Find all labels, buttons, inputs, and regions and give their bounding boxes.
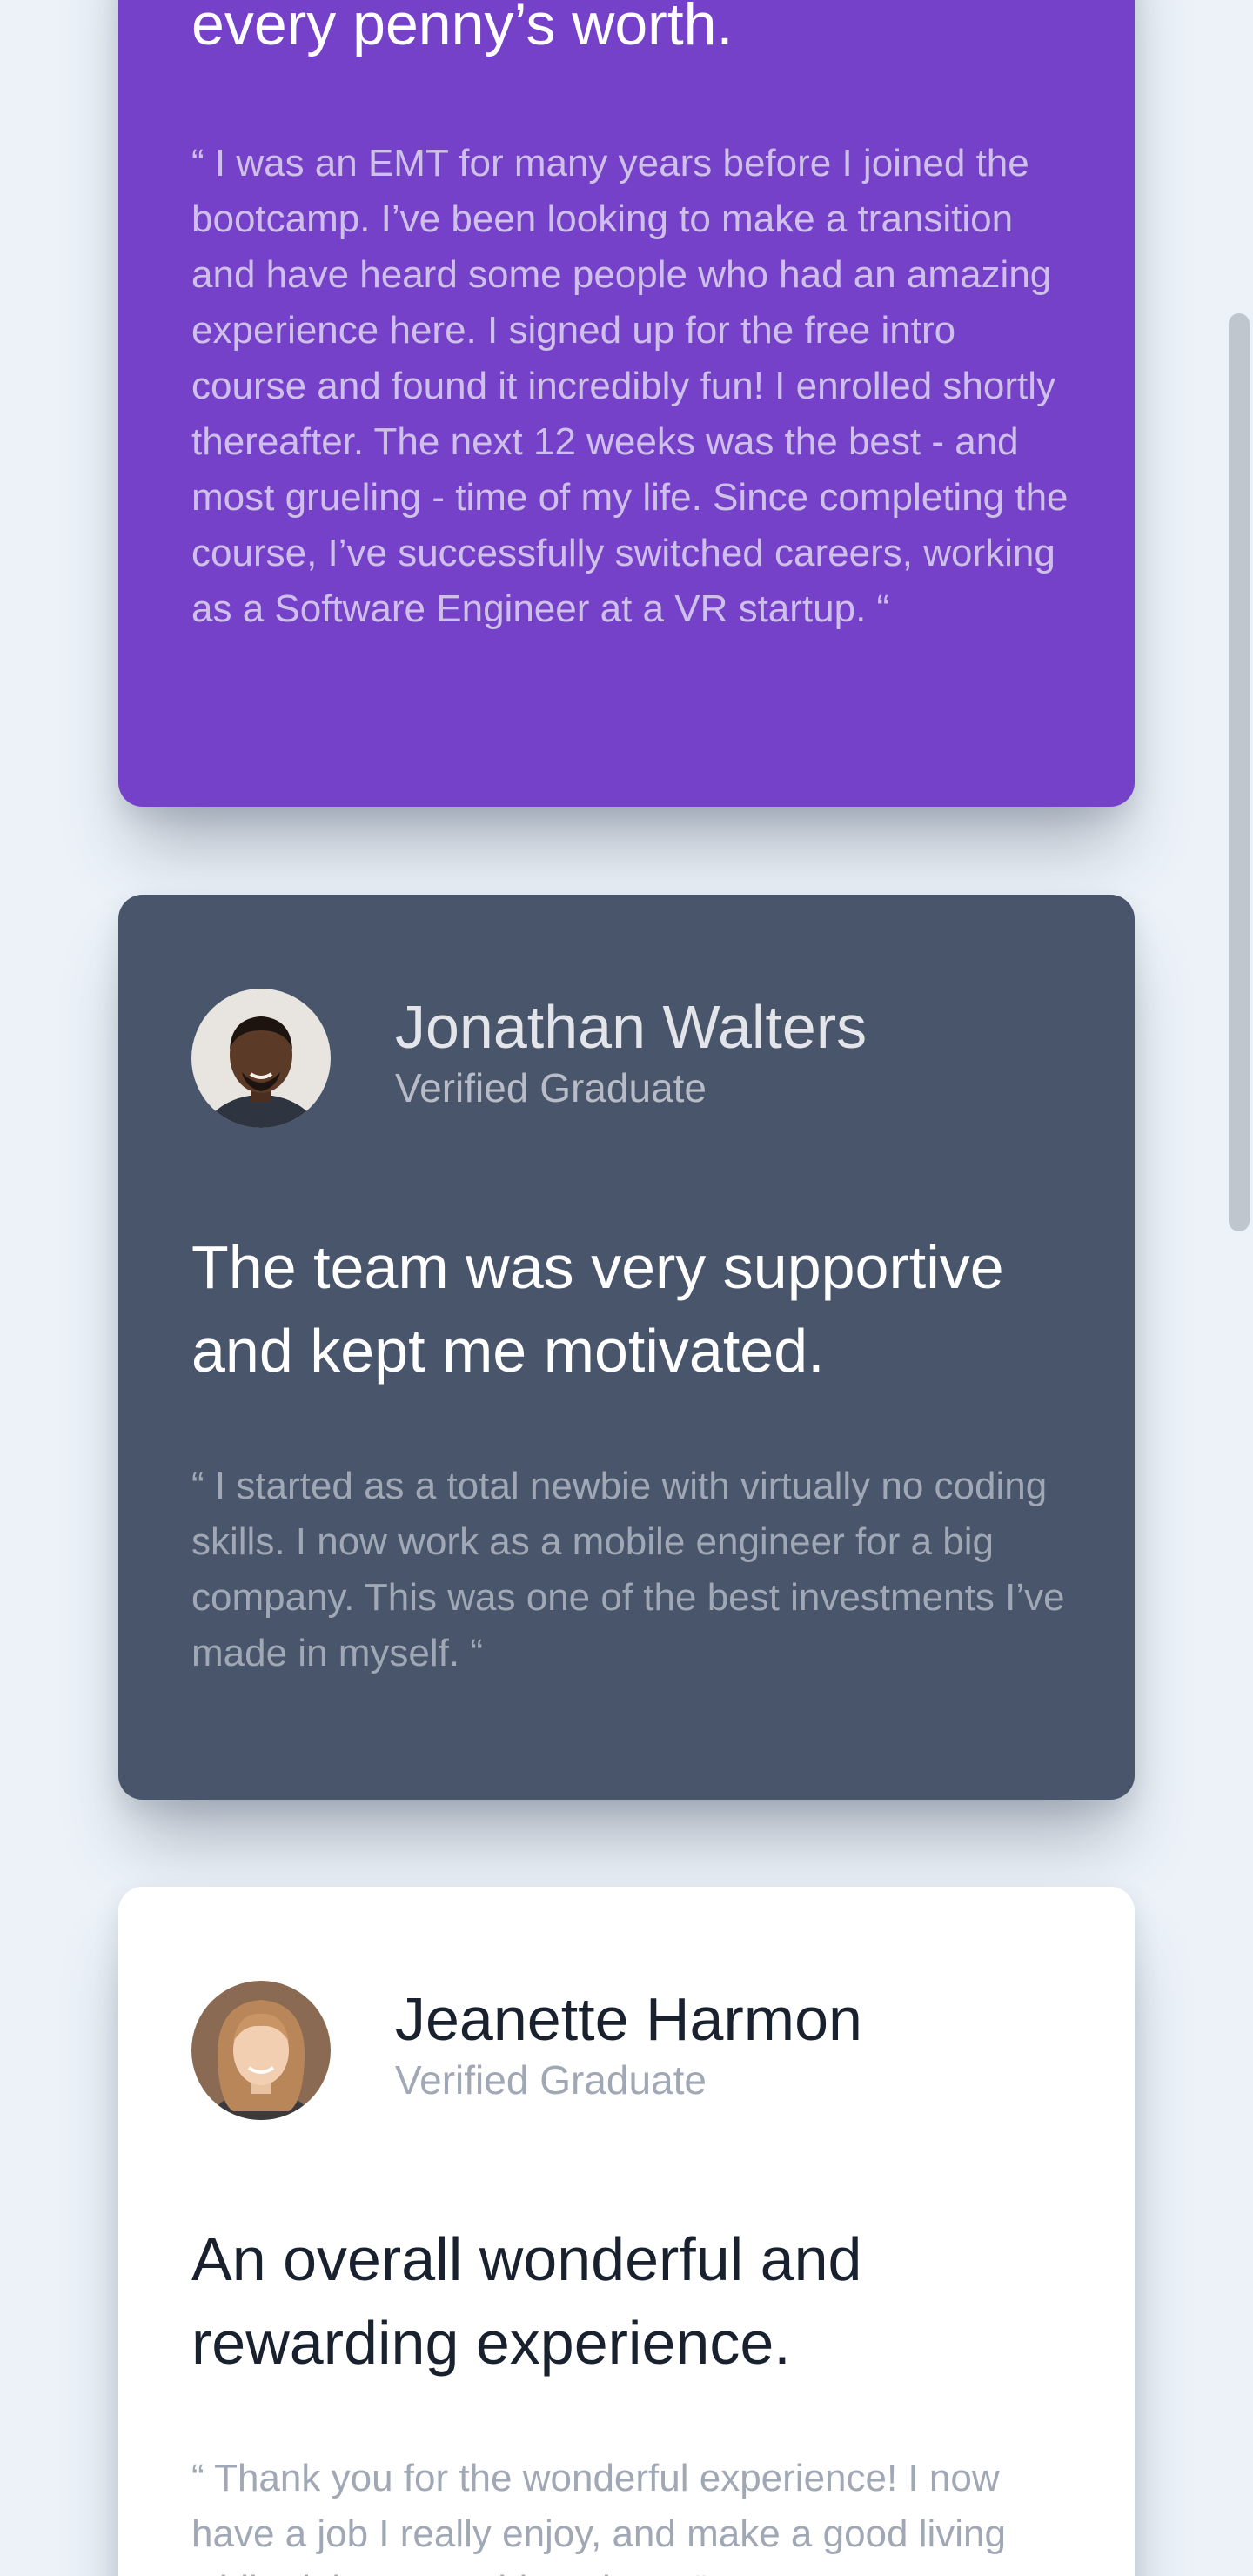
testimonial-card-3: Jeanette Harmon Verified Graduate An ove… <box>118 1887 1135 2576</box>
scrollbar-thumb[interactable] <box>1229 313 1250 1231</box>
testimonial-quote: “ I was an EMT for many years before I j… <box>191 142 1069 630</box>
testimonial-card-1: every penny’s worth. “ I was an EMT for … <box>118 0 1135 807</box>
testimonial-card-2: Jonathan Walters Verified Graduate The t… <box>118 895 1135 1800</box>
user-avatar-icon <box>191 1981 331 2120</box>
reviewer-role: Verified Graduate <box>395 2057 707 2103</box>
avatar <box>191 1981 331 2120</box>
testimonial-headline: The team was very supportive and kept me… <box>191 1233 1004 1385</box>
testimonial-headline: every penny’s worth. <box>191 0 734 57</box>
reviewer-role: Verified Graduate <box>395 1065 707 1110</box>
reviewer-name: Jonathan Walters <box>395 993 868 1061</box>
reviewer-name: Jeanette Harmon <box>395 1985 862 2053</box>
testimonial-quote: “ I started as a total newbie with virtu… <box>191 1465 1065 1674</box>
user-avatar-icon <box>191 989 331 1128</box>
avatar <box>191 989 331 1128</box>
scrollbar[interactable] <box>1229 0 1253 2576</box>
testimonial-headline: An overall wonderful and rewarding exper… <box>191 2225 862 2377</box>
testimonial-quote: “ Thank you for the wonderful experience… <box>191 2457 1006 2576</box>
